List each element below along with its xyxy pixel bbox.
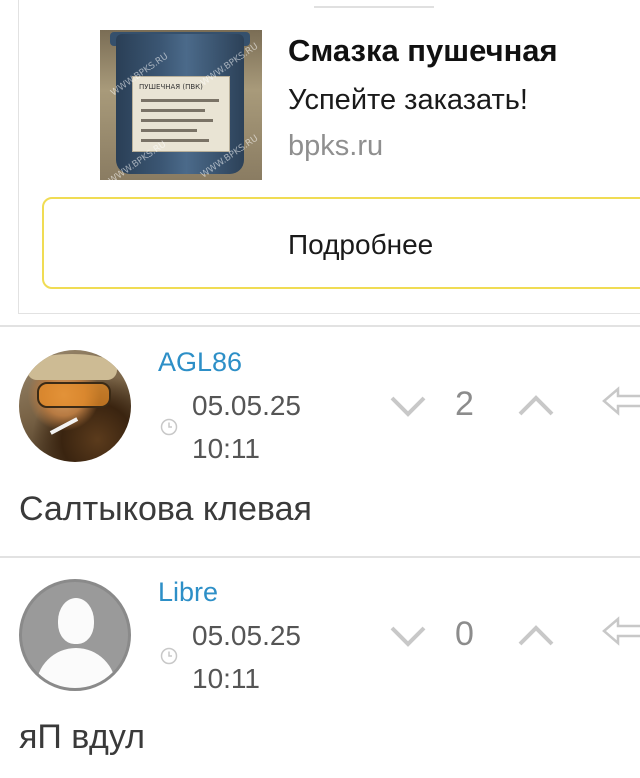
- label-line: [141, 109, 205, 112]
- label-line: [141, 129, 197, 132]
- bucket-label: ПУШЕЧНАЯ (ПВК): [132, 76, 230, 152]
- vote-count: 0: [455, 615, 474, 653]
- clock-icon: [160, 418, 178, 436]
- ad-product-image[interactable]: ПУШЕЧНАЯ (ПВК) WWW.BPKS.RU WWW.BPKS.RU W…: [100, 30, 262, 180]
- avatar[interactable]: [19, 350, 131, 462]
- clock-icon: [160, 647, 178, 665]
- avatar-glasses: [37, 382, 111, 408]
- chevron-down-icon[interactable]: [388, 622, 428, 652]
- ad-more-button[interactable]: Подробнее: [42, 197, 640, 289]
- reply-arrow-icon[interactable]: [602, 616, 640, 646]
- avatar-silhouette-body: [36, 648, 116, 688]
- ad-top-divider: [314, 6, 434, 8]
- comment-time: 10:11: [192, 663, 260, 694]
- ad-title[interactable]: Смазка пушечная: [288, 33, 558, 69]
- ad-more-button-label: Подробнее: [288, 229, 434, 260]
- comment-time: 10:11: [192, 433, 260, 464]
- comment-text: яП вдул: [19, 718, 145, 756]
- avatar-silhouette-head: [58, 598, 94, 644]
- ad-subtitle: Успейте заказать!: [288, 84, 528, 116]
- reply-arrow-icon[interactable]: [602, 386, 640, 416]
- label-line: [141, 99, 219, 102]
- avatar-cigarette: [49, 417, 79, 435]
- chevron-up-icon[interactable]: [516, 620, 556, 650]
- label-line: [141, 119, 213, 122]
- comment-text: Салтыкова клевая: [19, 490, 312, 528]
- comment-date: 05.05.25: [192, 390, 301, 421]
- vote-count: 2: [455, 385, 474, 423]
- comment-username[interactable]: Libre: [158, 577, 218, 608]
- divider: [0, 325, 640, 327]
- bucket-label-text: ПУШЕЧНАЯ (ПВК): [139, 83, 203, 91]
- chevron-up-icon[interactable]: [516, 390, 556, 420]
- chevron-down-icon[interactable]: [388, 392, 428, 422]
- avatar[interactable]: [19, 579, 131, 691]
- avatar-hat: [27, 354, 117, 380]
- comment-date: 05.05.25: [192, 620, 301, 651]
- ad-domain[interactable]: bpks.ru: [288, 130, 383, 163]
- label-line: [141, 139, 209, 142]
- comment-username[interactable]: AGL86: [158, 347, 242, 378]
- divider: [0, 556, 640, 558]
